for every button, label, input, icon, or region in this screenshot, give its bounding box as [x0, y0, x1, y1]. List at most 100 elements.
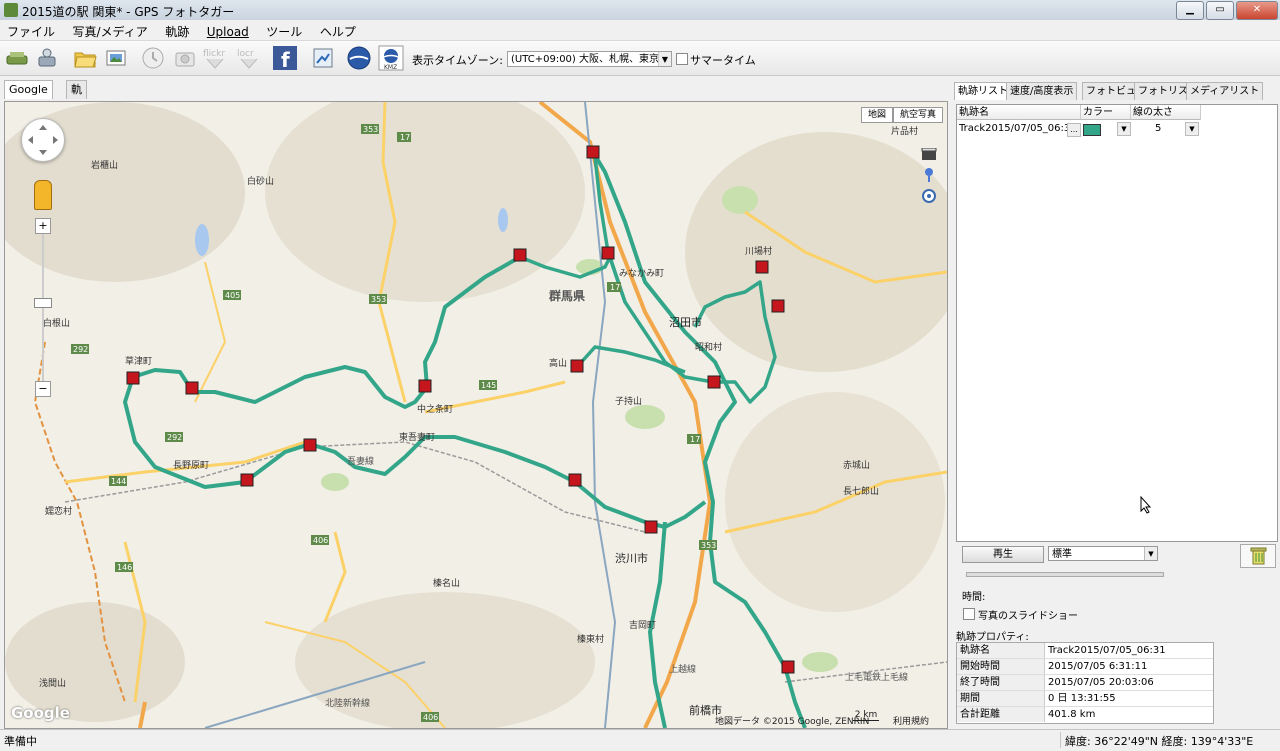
- menu-tools[interactable]: ツール: [259, 20, 309, 40]
- track-name-cell[interactable]: Track2015/07/05_06:31: [959, 122, 1067, 136]
- svg-text:353: 353: [371, 295, 386, 304]
- map-canvas[interactable]: 353 17 353 405 292 292 145 144 146 406 4…: [5, 102, 947, 728]
- playback-slider[interactable]: [966, 572, 1164, 577]
- chevron-down-icon[interactable]: ▼: [658, 52, 671, 66]
- photos-icon[interactable]: [104, 45, 130, 71]
- zoom-slider-track[interactable]: [42, 232, 44, 392]
- facebook-icon[interactable]: f: [272, 45, 298, 72]
- waypoint-marker[interactable]: [644, 520, 658, 534]
- zoom-out-button[interactable]: −: [35, 381, 51, 397]
- clock-icon[interactable]: [140, 45, 166, 71]
- waypoint-marker[interactable]: [418, 379, 432, 393]
- tab-media-list[interactable]: メディアリスト: [1186, 82, 1264, 100]
- tab-google-map[interactable]: Googleマップ: [4, 80, 53, 114]
- timezone-select[interactable]: (UTC+09:00) 大阪、札幌、東京 ▼: [507, 51, 672, 67]
- property-key: 期間: [957, 691, 1045, 706]
- chevron-down-icon[interactable]: ▼: [1185, 122, 1199, 136]
- summer-time-checkbox[interactable]: [676, 53, 688, 65]
- svg-text:f: f: [281, 48, 290, 71]
- waypoint-marker[interactable]: [513, 248, 527, 262]
- forest-area: [321, 473, 349, 491]
- map-view[interactable]: 353 17 353 405 292 292 145 144 146 406 4…: [4, 101, 948, 729]
- map-pin-icon[interactable]: [925, 168, 933, 182]
- svg-text:高山: 高山: [549, 357, 567, 369]
- track-width-cell[interactable]: 5 ▼: [1133, 122, 1199, 136]
- waypoint-marker[interactable]: [126, 371, 140, 385]
- svg-text:406: 406: [313, 536, 328, 545]
- svg-text:赤城山: 赤城山: [843, 460, 870, 471]
- slideshow-checkbox[interactable]: [963, 608, 975, 620]
- zoom-slider-knob[interactable]: [34, 298, 52, 308]
- terms-link[interactable]: 利用規約: [893, 714, 929, 727]
- terrain: [265, 102, 585, 302]
- menu-track[interactable]: 軌跡: [158, 20, 196, 40]
- track-color-cell[interactable]: ▼: [1083, 122, 1131, 136]
- map-type-map-button[interactable]: 地図: [861, 107, 893, 123]
- minimize-button[interactable]: ▁: [1176, 1, 1204, 20]
- menu-upload[interactable]: Upload: [200, 22, 256, 39]
- property-value[interactable]: 2015/07/05 6:31:11: [1048, 659, 1147, 674]
- pan-control[interactable]: [21, 118, 65, 162]
- property-row: 期間 0 日 13:31:55: [957, 691, 1213, 707]
- property-value[interactable]: 2015/07/05 20:03:06: [1048, 675, 1154, 690]
- tab-speed-altitude[interactable]: 速度/高度表示: [1006, 82, 1078, 100]
- waypoint-marker[interactable]: [570, 359, 584, 373]
- status-bar: 準備中 緯度: 36°22'49"N 経度: 139°4'33"E: [0, 729, 1280, 751]
- track-list-grid[interactable]: 軌跡名 カラー 線の太さ Track2015/07/05_06:31 ... ▼…: [956, 104, 1278, 542]
- target-icon[interactable]: [922, 189, 936, 203]
- chevron-down-icon[interactable]: ▼: [1144, 547, 1157, 560]
- svg-text:東吾妻町: 東吾妻町: [399, 431, 435, 443]
- menu-help[interactable]: ヘルプ: [313, 20, 363, 40]
- waypoint-marker[interactable]: [303, 438, 317, 452]
- play-button[interactable]: 再生: [962, 546, 1044, 563]
- timezone-label: 表示タイムゾーン:: [412, 54, 503, 67]
- gps-device-icon[interactable]: [34, 45, 60, 71]
- window-controls: ▁ ▭ ✕: [1176, 1, 1278, 20]
- delete-track-button[interactable]: [1240, 544, 1276, 568]
- locr-icon[interactable]: locr: [236, 45, 262, 71]
- waypoint-marker[interactable]: [601, 246, 615, 260]
- property-value[interactable]: 401.8 km: [1048, 707, 1095, 722]
- terrain: [685, 132, 947, 372]
- track-name-more-button[interactable]: ...: [1067, 123, 1081, 137]
- menu-file[interactable]: ファイル: [0, 20, 62, 40]
- open-folder-icon[interactable]: [72, 45, 98, 71]
- google-earth-icon[interactable]: [346, 45, 372, 71]
- svg-text:群馬県: 群馬県: [548, 288, 585, 303]
- property-value[interactable]: 0 日 13:31:55: [1048, 691, 1116, 706]
- waypoint-marker[interactable]: [240, 473, 254, 487]
- playback-speed-select[interactable]: 標準 ▼: [1048, 546, 1158, 561]
- maximize-button[interactable]: ▭: [1206, 1, 1234, 20]
- slideshow-label: 写真のスライドショー: [978, 611, 1078, 622]
- waypoint-marker[interactable]: [586, 145, 600, 159]
- waypoint-marker[interactable]: [568, 473, 582, 487]
- zoom-in-button[interactable]: +: [35, 218, 51, 234]
- close-button[interactable]: ✕: [1236, 1, 1278, 20]
- property-value[interactable]: Track2015/07/05_06:31: [1048, 643, 1166, 658]
- clapper-icon[interactable]: [921, 148, 937, 160]
- column-header-line-width[interactable]: 線の太さ: [1131, 105, 1201, 120]
- kmz-export-icon[interactable]: KMZ: [378, 45, 404, 71]
- flickr-icon[interactable]: flickr: [202, 45, 228, 71]
- svg-text:榛名山: 榛名山: [433, 577, 460, 589]
- chevron-down-icon[interactable]: ▼: [1117, 122, 1131, 136]
- street-view-pegman-icon[interactable]: [34, 180, 52, 210]
- svg-text:北陸新幹線: 北陸新幹線: [325, 697, 370, 709]
- map-type-satellite-button[interactable]: 航空写真: [893, 107, 943, 123]
- waypoint-marker[interactable]: [781, 660, 795, 674]
- svg-text:flickr: flickr: [203, 49, 225, 59]
- add-track-icon[interactable]: [4, 45, 30, 71]
- camera-icon[interactable]: [172, 45, 198, 71]
- column-header-track-name[interactable]: 軌跡名: [957, 105, 1081, 120]
- waypoint-marker[interactable]: [771, 299, 785, 313]
- export-map-icon[interactable]: [310, 45, 336, 71]
- tab-track-list[interactable]: 軌跡リスト: [954, 82, 1012, 100]
- menu-photo-media[interactable]: 写真/メディア: [66, 20, 155, 40]
- property-key: 開始時間: [957, 659, 1045, 674]
- waypoint-marker[interactable]: [755, 260, 769, 274]
- column-header-color[interactable]: カラー: [1081, 105, 1131, 120]
- waypoint-marker[interactable]: [707, 375, 721, 389]
- waypoint-marker[interactable]: [185, 381, 199, 395]
- trash-icon: [1250, 547, 1267, 565]
- tab-track-editor[interactable]: 軌跡エディタ: [66, 80, 87, 186]
